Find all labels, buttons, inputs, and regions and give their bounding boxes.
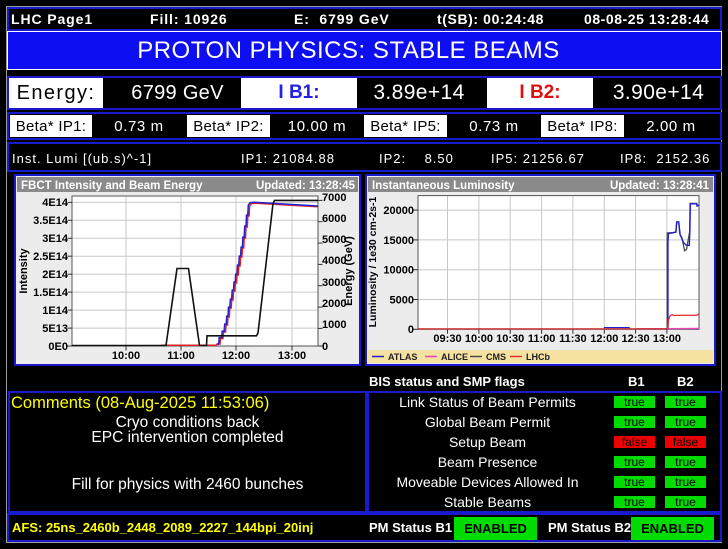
svg-text:5E13: 5E13 xyxy=(42,323,68,335)
svg-text:7000: 7000 xyxy=(322,192,346,204)
svg-text:Instantaneous Luminosity: Instantaneous Luminosity xyxy=(372,180,515,192)
svg-text:0: 0 xyxy=(322,341,328,353)
svg-text:Luminosity / 1e30 cm-2s-1: Luminosity / 1e30 cm-2s-1 xyxy=(367,196,379,327)
svg-text:3E14: 3E14 xyxy=(42,233,69,245)
svg-text:1000: 1000 xyxy=(322,319,346,331)
svg-text:0: 0 xyxy=(408,324,414,336)
svg-text:LHCb: LHCb xyxy=(526,352,550,362)
svg-text:10:00: 10:00 xyxy=(465,333,493,345)
svg-text:12:00: 12:00 xyxy=(222,350,250,362)
svg-text:12:30: 12:30 xyxy=(622,333,650,345)
svg-text:11:00: 11:00 xyxy=(167,350,195,362)
svg-text:Intensity: Intensity xyxy=(18,248,30,294)
svg-text:5000: 5000 xyxy=(390,295,414,307)
svg-text:12:00: 12:00 xyxy=(590,333,618,345)
svg-text:15000: 15000 xyxy=(383,235,414,247)
svg-text:ATLAS: ATLAS xyxy=(388,352,417,362)
svg-text:13:00: 13:00 xyxy=(653,333,681,345)
svg-text:2E14: 2E14 xyxy=(42,269,69,281)
svg-text:6000: 6000 xyxy=(322,213,346,225)
svg-text:10:00: 10:00 xyxy=(112,350,140,362)
svg-text:3.5E14: 3.5E14 xyxy=(33,215,69,227)
svg-text:2.5E14: 2.5E14 xyxy=(33,251,69,263)
svg-text:10000: 10000 xyxy=(383,265,414,277)
svg-text:09:30: 09:30 xyxy=(433,333,461,345)
svg-text:20000: 20000 xyxy=(383,205,414,217)
svg-text:1E14: 1E14 xyxy=(42,305,69,317)
svg-text:0E0: 0E0 xyxy=(48,341,68,353)
svg-text:11:00: 11:00 xyxy=(528,333,556,345)
svg-text:Energy (GeV): Energy (GeV) xyxy=(343,236,355,306)
svg-text:ALICE: ALICE xyxy=(441,352,468,362)
svg-text:13:00: 13:00 xyxy=(278,350,306,362)
svg-text:FBCT Intensity and Beam Energy: FBCT Intensity and Beam Energy xyxy=(21,180,203,192)
svg-text:10:30: 10:30 xyxy=(496,333,524,345)
svg-text:11:30: 11:30 xyxy=(559,333,587,345)
svg-text:Updated: 13:28:45: Updated: 13:28:45 xyxy=(256,180,356,192)
svg-text:Updated: 13:28:41: Updated: 13:28:41 xyxy=(610,180,710,192)
svg-text:CMS: CMS xyxy=(486,352,506,362)
svg-text:4E14: 4E14 xyxy=(42,197,69,209)
svg-text:1.5E14: 1.5E14 xyxy=(33,287,69,299)
